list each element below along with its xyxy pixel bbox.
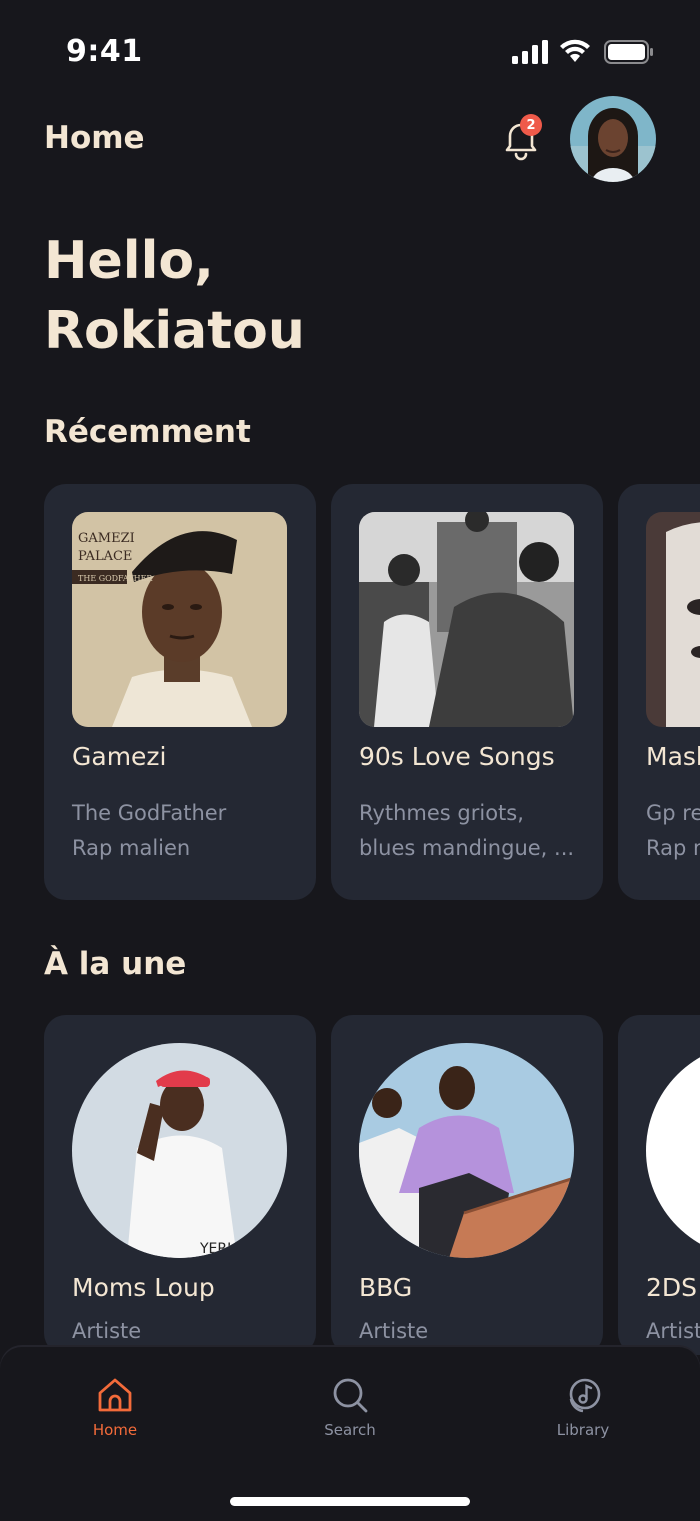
card-title: Mask [646, 742, 700, 771]
artist-name: BBG [359, 1273, 413, 1302]
svg-text:YERI: YERI [199, 1241, 231, 1257]
cellular-signal-icon [512, 40, 548, 64]
nav-library-label: Library [556, 1421, 610, 1439]
user-avatar[interactable] [570, 96, 656, 182]
home-screen: 9:41 Home 2 Hello, Rokiatou Récemment GA… [0, 0, 700, 1521]
card-subtitle-line-1: Rythmes griots, [359, 801, 524, 825]
home-indicator[interactable] [230, 1497, 470, 1506]
card-subtitle-line-1: The GodFather [72, 801, 227, 825]
svg-text:PALACE: PALACE [78, 549, 132, 564]
greeting-line-1: Hello, [44, 231, 214, 291]
card-subtitle-line-2: Rap malien [72, 836, 191, 860]
artist-name: 2DS [646, 1273, 698, 1302]
nav-search[interactable]: Search [290, 1375, 410, 1455]
artist-role: Artiste [359, 1319, 429, 1343]
artist-photo: YERI [72, 1043, 287, 1258]
home-icon [98, 1378, 132, 1412]
recent-card[interactable]: GAMEZI PALACE THE GODFATHER Gamezi The G… [44, 484, 316, 900]
bottom-navigation: Home Search Library [0, 1347, 700, 1521]
artist-card[interactable]: 2DS Artist [618, 1015, 700, 1355]
greeting: Hello, Rokiatou [44, 226, 305, 366]
nav-home[interactable]: Home [55, 1375, 175, 1455]
playlist-cover [359, 512, 574, 727]
section-title-featured: À la une [44, 946, 187, 982]
recent-card[interactable]: Mask Gp re Rap m [618, 484, 700, 900]
svg-text:GAMEZI: GAMEZI [78, 531, 135, 546]
artist-photo [359, 1043, 574, 1258]
library-music-icon [569, 1378, 601, 1413]
card-subtitle-line-2: Rap m [646, 836, 700, 860]
card-subtitle: Gp re Rap m [646, 796, 700, 866]
section-title-recent: Récemment [44, 414, 251, 450]
battery-icon [604, 40, 653, 64]
artist-role: Artist [646, 1319, 700, 1343]
nav-library[interactable]: Library [523, 1375, 643, 1455]
artist-photo [646, 1043, 700, 1258]
svg-text:THE GODFATHER: THE GODFATHER [78, 574, 153, 583]
status-bar: 9:41 [0, 0, 700, 100]
artist-role: Artiste [72, 1319, 142, 1343]
recent-card[interactable]: 90s Love Songs Rythmes griots, blues man… [331, 484, 603, 900]
card-subtitle-line-1: Gp re [646, 801, 700, 825]
nav-search-label: Search [324, 1421, 376, 1439]
card-subtitle-line-2: blues mandingue, ... [359, 836, 575, 860]
card-subtitle: The GodFather Rap malien [72, 796, 226, 866]
artist-name: Moms Loup [72, 1273, 215, 1302]
avatar-image [570, 96, 656, 182]
artist-card[interactable]: YERI Moms Loup Artiste [44, 1015, 316, 1355]
card-subtitle: Rythmes griots, blues mandingue, ... [359, 796, 574, 866]
wifi-icon [560, 39, 590, 62]
page-title: Home [44, 120, 145, 156]
card-title: 90s Love Songs [359, 742, 555, 771]
album-cover [646, 512, 700, 727]
greeting-user-name: Rokiatou [44, 301, 305, 361]
album-cover: GAMEZI PALACE THE GODFATHER [72, 512, 287, 727]
nav-home-label: Home [92, 1421, 138, 1439]
status-time: 9:41 [66, 34, 143, 69]
card-title: Gamezi [72, 742, 167, 771]
notification-badge: 2 [520, 114, 542, 136]
search-icon [333, 1378, 368, 1413]
artist-card[interactable]: BBG Artiste [331, 1015, 603, 1355]
